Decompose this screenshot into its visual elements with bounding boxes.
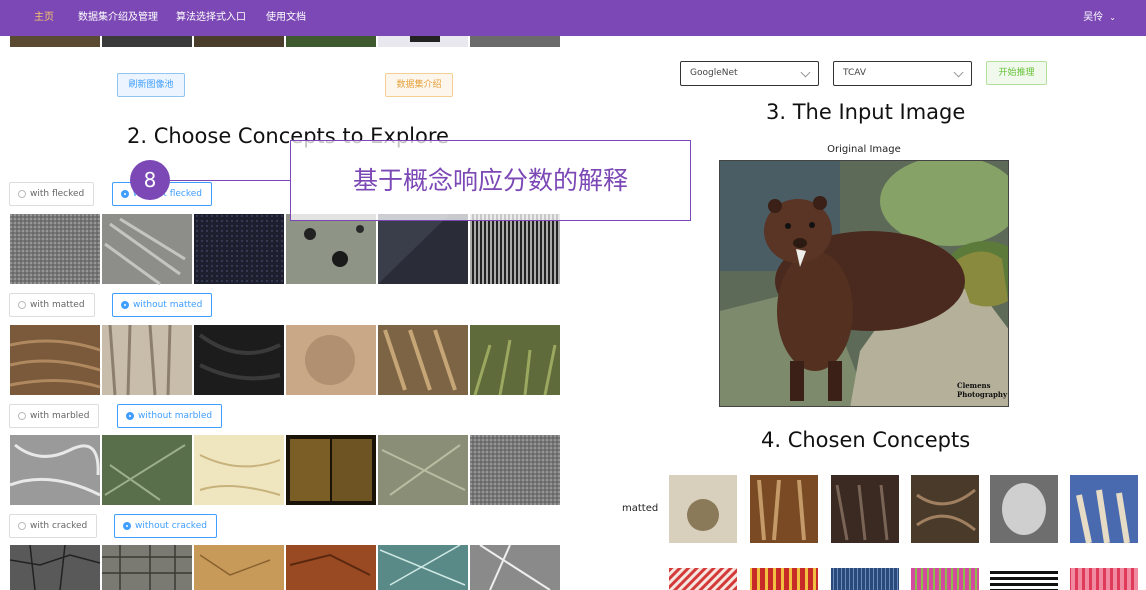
concept-image — [470, 214, 560, 284]
nav-item-dataset[interactable]: 数据集介绍及管理 — [78, 0, 158, 36]
watermark-line: Clemens — [957, 381, 991, 390]
chosen-concept-image — [750, 568, 818, 590]
watermark-line: Photography — [957, 390, 1008, 399]
concept-without-cracked-radio[interactable]: without cracked — [114, 514, 217, 538]
option-label: with cracked — [30, 521, 88, 531]
chevron-down-icon — [953, 67, 964, 78]
nav-item-docs[interactable]: 使用文档 — [266, 0, 306, 36]
photo-watermark: Clemens Photography — [957, 381, 1007, 399]
concept-image — [286, 545, 376, 590]
chosen-concept-image — [911, 568, 979, 590]
chosen-concept-image — [831, 568, 899, 590]
user-menu[interactable]: 吴伶 ⌄ — [1083, 0, 1116, 36]
radio-checked-icon — [121, 301, 129, 309]
refresh-pool-button[interactable]: 刷新图像池 — [117, 73, 185, 97]
dataset-intro-button[interactable]: 数据集介绍 — [385, 73, 453, 97]
chosen-concept-image — [911, 475, 979, 543]
concept-image — [194, 325, 284, 395]
cracked-image-row — [10, 545, 560, 590]
concept-image — [470, 435, 560, 505]
flecked-image-row — [10, 214, 560, 286]
radio-icon — [18, 190, 26, 198]
radio-checked-icon — [126, 412, 134, 420]
annotation-callout: 基于概念响应分数的解释 — [290, 140, 691, 221]
concept-with-matted-radio[interactable]: with matted — [9, 293, 95, 317]
callout-connector — [170, 180, 291, 181]
model-select-value: GoogleNet — [690, 68, 738, 78]
concept-image — [194, 545, 284, 590]
concept-without-matted-radio[interactable]: without matted — [112, 293, 213, 317]
concept-image — [10, 545, 100, 590]
image-pool-strip — [10, 36, 560, 47]
nav-item-home[interactable]: 主页 — [34, 0, 54, 36]
image-caption: Original Image — [827, 144, 901, 155]
chevron-down-icon — [800, 67, 811, 78]
option-label: with marbled — [30, 411, 90, 421]
chosen-concept-images — [669, 475, 1138, 590]
start-inference-button[interactable]: 开始推理 — [986, 61, 1047, 85]
chosen-concept-label: matted — [622, 503, 659, 514]
model-select[interactable]: GoogleNet — [680, 61, 819, 86]
radio-checked-icon — [123, 522, 131, 530]
marbled-image-row — [10, 435, 560, 505]
option-label: with matted — [30, 300, 85, 310]
option-label: without cracked — [135, 521, 207, 531]
concept-with-marbled-radio[interactable]: with marbled — [9, 404, 100, 428]
option-label: with flecked — [30, 189, 85, 199]
concept-image — [102, 545, 192, 590]
method-select[interactable]: TCAV — [833, 61, 972, 86]
method-select-value: TCAV — [843, 68, 866, 78]
concept-image — [286, 214, 376, 284]
chosen-concept-image — [1070, 568, 1138, 590]
step-badge: 8 — [130, 160, 170, 200]
radio-checked-icon — [121, 190, 129, 198]
concept-image — [194, 214, 284, 284]
chosen-concept-image — [990, 568, 1058, 590]
radio-icon — [18, 301, 26, 309]
radio-icon — [18, 412, 26, 420]
concept-image — [194, 435, 284, 505]
chosen-concept-image — [669, 568, 737, 590]
mink-photo — [720, 161, 1008, 406]
matted-image-row — [10, 325, 560, 396]
annotation-callout-text: 基于概念响应分数的解释 — [352, 166, 628, 195]
option-label: without marbled — [138, 411, 213, 421]
nav-item-algorithm[interactable]: 算法选择式入口 — [176, 0, 246, 36]
concept-image — [10, 214, 100, 284]
input-image: Clemens Photography — [719, 160, 1009, 407]
concept-with-flecked-radio[interactable]: with flecked — [9, 182, 95, 206]
chevron-down-icon: ⌄ — [1109, 13, 1116, 22]
top-nav-bar: 主页 数据集介绍及管理 算法选择式入口 使用文档 吴伶 ⌄ — [0, 0, 1146, 36]
section-3-title: 3. The Input Image — [766, 100, 966, 124]
concept-with-cracked-radio[interactable]: with cracked — [9, 514, 98, 538]
option-label: without matted — [133, 300, 203, 310]
user-name: 吴伶 — [1083, 12, 1104, 23]
concept-without-marbled-radio[interactable]: without marbled — [117, 404, 223, 428]
section-4-title: 4. Chosen Concepts — [761, 428, 971, 452]
radio-icon — [18, 522, 26, 530]
